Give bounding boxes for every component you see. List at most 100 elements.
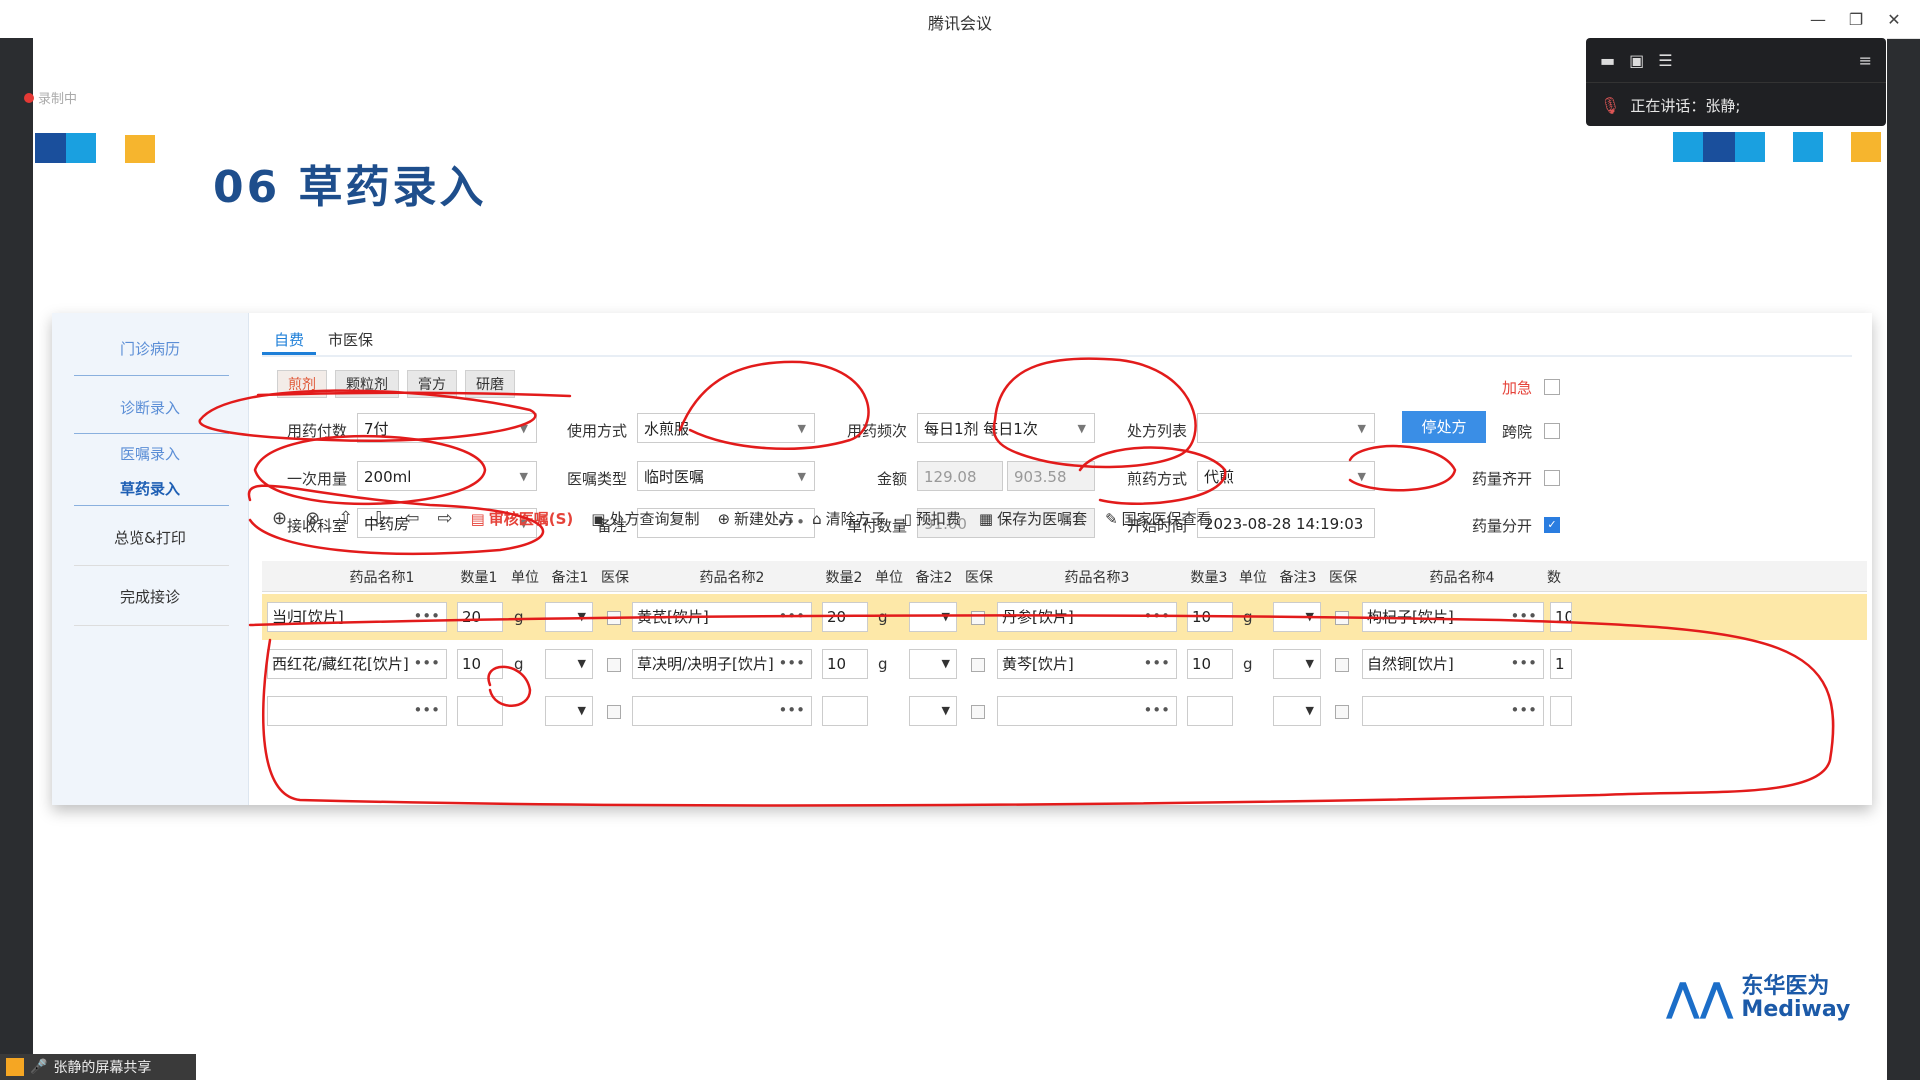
arrow-up-icon[interactable]: ⇧: [338, 508, 353, 529]
insurance-checkbox[interactable]: [971, 705, 985, 719]
more-icon[interactable]: •••: [778, 650, 805, 677]
insurance-checkbox[interactable]: [607, 658, 621, 672]
herb-remark-3[interactable]: ▼: [1273, 649, 1321, 679]
table-row[interactable]: 当归[饮片] ••• 20 g ▼ 黄芪[饮片] ••• 20 g ▼ 丹参[饮片]…: [262, 594, 1867, 640]
minimize-icon[interactable]: ▬: [1600, 51, 1615, 70]
more-icon[interactable]: •••: [1143, 603, 1170, 630]
list-icon[interactable]: ☰: [1658, 51, 1672, 70]
clear-button[interactable]: ⌂ 清除方子: [812, 508, 886, 529]
table-row[interactable]: ••• ▼ ••• ▼ ••• ▼ •••: [262, 688, 1867, 734]
more-icon[interactable]: •••: [413, 603, 440, 630]
subtab-granule[interactable]: 颗粒剂: [335, 370, 399, 398]
herb-qty-1[interactable]: 20: [457, 602, 503, 632]
herb-name-3[interactable]: 黄芩[饮片] •••: [997, 649, 1177, 679]
subtab-decoction[interactable]: 煎剂: [277, 370, 327, 398]
herb-remark-3[interactable]: ▼: [1273, 696, 1321, 726]
herb-qty-4[interactable]: 10: [1550, 602, 1572, 632]
tab-city-insurance[interactable]: 市医保: [316, 323, 385, 355]
herb-name-1[interactable]: 当归[饮片] •••: [267, 602, 447, 632]
herb-qty-4[interactable]: 1: [1550, 649, 1572, 679]
sidebar-item-orders[interactable]: 医嘱录入: [52, 443, 248, 464]
herb-qty-3[interactable]: [1187, 696, 1233, 726]
more-icon[interactable]: •••: [1143, 650, 1170, 677]
herb-qty-4[interactable]: [1550, 696, 1572, 726]
insurance-checkbox[interactable]: [1335, 658, 1349, 672]
more-icon[interactable]: •••: [413, 697, 440, 724]
rx-list-select[interactable]: ▼: [1197, 413, 1375, 443]
herb-name-3[interactable]: 丹参[饮片] •••: [997, 602, 1177, 632]
insurance-checkbox[interactable]: [1335, 705, 1349, 719]
more-icon[interactable]: •••: [1510, 697, 1537, 724]
herb-remark-2[interactable]: ▼: [909, 649, 957, 679]
herb-name-1[interactable]: •••: [267, 696, 447, 726]
close-icon[interactable]: ✕: [1878, 6, 1910, 32]
more-icon[interactable]: •••: [1510, 650, 1537, 677]
herb-name-4[interactable]: •••: [1362, 696, 1544, 726]
herb-name-1[interactable]: 西红花/藏红花[饮片] •••: [267, 649, 447, 679]
prepay-button[interactable]: ▯ 预扣费: [904, 508, 961, 529]
herb-name-2[interactable]: •••: [632, 696, 812, 726]
sidebar-item-overview-print[interactable]: 总览&打印: [52, 527, 248, 548]
arrow-right-icon[interactable]: ⇨: [437, 508, 452, 529]
herb-name-3[interactable]: •••: [997, 696, 1177, 726]
window-icon[interactable]: ▣: [1629, 51, 1644, 70]
single-amount-select[interactable]: 200ml ▼: [357, 461, 537, 491]
herb-remark-3[interactable]: ▼: [1273, 602, 1321, 632]
restore-icon[interactable]: ❐: [1840, 6, 1872, 32]
herb-remark-2[interactable]: ▼: [909, 602, 957, 632]
herb-name-2[interactable]: 黄芪[饮片] •••: [632, 602, 812, 632]
arrow-left-icon[interactable]: ⇦: [404, 508, 419, 529]
more-icon[interactable]: •••: [1143, 697, 1170, 724]
screen-share-badge[interactable]: 🎤 张静的屏幕共享: [0, 1054, 196, 1080]
delete-circle-icon[interactable]: ⊗: [305, 508, 320, 529]
herb-qty-3[interactable]: 10: [1187, 602, 1233, 632]
subtab-grinding[interactable]: 研磨: [465, 370, 515, 398]
qty-split-checkbox[interactable]: ✓: [1544, 517, 1560, 533]
herb-remark-1[interactable]: ▼: [545, 649, 593, 679]
insurance-checkbox[interactable]: [971, 611, 985, 625]
tab-self-pay[interactable]: 自费: [262, 323, 317, 355]
herb-name-4[interactable]: 枸杞子[饮片] •••: [1362, 602, 1544, 632]
rx-copy-button[interactable]: ▣ 处方查询复制: [591, 508, 699, 529]
herb-qty-3[interactable]: 10: [1187, 649, 1233, 679]
minimize-icon[interactable]: —: [1802, 6, 1834, 32]
sidebar-item-diagnosis[interactable]: 诊断录入: [52, 397, 248, 418]
decoct-select[interactable]: 代煎 ▼: [1197, 461, 1375, 491]
order-type-select[interactable]: 临时医嘱 ▼: [637, 461, 815, 491]
save-set-button[interactable]: ▦ 保存为医嘱套: [979, 508, 1087, 529]
insurance-button[interactable]: ✎ 国家医保查看: [1105, 508, 1212, 529]
herb-remark-2[interactable]: ▼: [909, 696, 957, 726]
herb-name-4[interactable]: 自然铜[饮片] •••: [1362, 649, 1544, 679]
herb-remark-1[interactable]: ▼: [545, 696, 593, 726]
table-row[interactable]: 西红花/藏红花[饮片] ••• 10 g ▼ 草决明/决明子[饮片] ••• 10 …: [262, 641, 1867, 687]
qty-together-checkbox[interactable]: [1544, 470, 1560, 486]
herb-name-2[interactable]: 草决明/决明子[饮片] •••: [632, 649, 812, 679]
herb-qty-1[interactable]: [457, 696, 503, 726]
menu-icon[interactable]: ≡: [1859, 51, 1872, 70]
sidebar-item-outpatient-record[interactable]: 门诊病历: [52, 338, 248, 359]
herb-qty-1[interactable]: 10: [457, 649, 503, 679]
insurance-checkbox[interactable]: [971, 658, 985, 672]
arrow-down-icon[interactable]: ⇩: [371, 508, 386, 529]
dose-count-select[interactable]: 7付 ▼: [357, 413, 537, 443]
insurance-checkbox[interactable]: [607, 611, 621, 625]
urgent-checkbox[interactable]: [1544, 379, 1560, 395]
more-icon[interactable]: •••: [778, 603, 805, 630]
herb-qty-2[interactable]: [822, 696, 868, 726]
insurance-checkbox[interactable]: [607, 705, 621, 719]
subtab-paste[interactable]: 膏方: [407, 370, 457, 398]
sidebar-item-finish[interactable]: 完成接诊: [52, 586, 248, 607]
new-rx-button[interactable]: ⊕ 新建处方: [717, 508, 794, 529]
sidebar-item-herbal[interactable]: 草药录入: [52, 478, 248, 499]
insurance-checkbox[interactable]: [1335, 611, 1349, 625]
more-icon[interactable]: •••: [1510, 603, 1537, 630]
audit-button[interactable]: ▤ 审核医嘱(S): [471, 508, 574, 529]
add-circle-icon[interactable]: ⊕: [272, 508, 287, 529]
more-icon[interactable]: •••: [778, 697, 805, 724]
freq-select[interactable]: 每日1剂 每日1次 ▼: [917, 413, 1095, 443]
cross-checkbox[interactable]: [1544, 423, 1560, 439]
herb-qty-2[interactable]: 10: [822, 649, 868, 679]
herb-remark-1[interactable]: ▼: [545, 602, 593, 632]
herb-qty-2[interactable]: 20: [822, 602, 868, 632]
usage-select[interactable]: 水煎服 ▼: [637, 413, 815, 443]
